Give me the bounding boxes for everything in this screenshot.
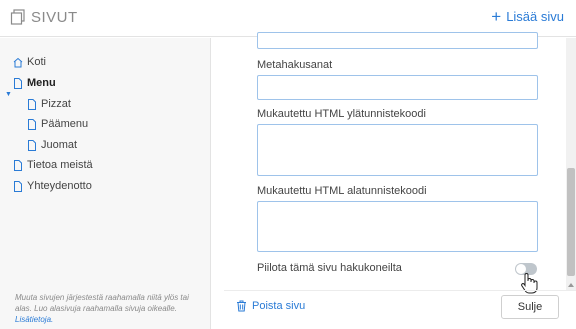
page-settings-form: Metahakusanat Mukautettu HTML ylätunnist… bbox=[212, 32, 576, 329]
add-page-label: Lisää sivu bbox=[506, 9, 564, 24]
hide-from-search-label: Piilota tämä sivu hakukoneilta bbox=[257, 262, 402, 274]
sidebar-item-label: Koti bbox=[27, 56, 46, 68]
close-button[interactable]: Sulje bbox=[501, 295, 559, 319]
page-icon bbox=[28, 139, 36, 151]
scrollbar-thumb[interactable] bbox=[567, 168, 575, 276]
sidebar-item-label: Tietoa meistä bbox=[27, 159, 93, 171]
learn-more-link[interactable]: Lisätietoja. bbox=[15, 315, 53, 324]
sidebar-item-juomat[interactable]: Juomat bbox=[27, 136, 77, 154]
meta-keywords-input[interactable] bbox=[257, 75, 538, 100]
custom-header-code-label: Mukautettu HTML ylätunnistekoodi bbox=[257, 108, 426, 120]
trash-icon bbox=[237, 300, 246, 312]
sidebar-item-label: Yhteydenotto bbox=[27, 180, 92, 192]
sidebar-item-pizzat[interactable]: Pizzat bbox=[27, 95, 71, 113]
previous-field-input[interactable] bbox=[257, 32, 538, 49]
sidebar-help-text: Muuta sivujen järjestestä raahamalla nii… bbox=[15, 292, 203, 325]
page-icon bbox=[28, 98, 36, 110]
meta-keywords-label: Metahakusanat bbox=[257, 59, 333, 71]
page-icon bbox=[28, 118, 36, 130]
page-icon bbox=[14, 159, 22, 171]
plus-icon: + bbox=[491, 6, 502, 26]
sidebar-item-koti[interactable]: Koti bbox=[13, 53, 46, 71]
sidebar-item-label: Juomat bbox=[41, 139, 78, 151]
sidebar: ▼ Koti Menu Pizzat Päämenu Juomat Tietoa… bbox=[0, 38, 211, 329]
sidebar-item-label: Päämenu bbox=[41, 118, 89, 130]
scrollbar[interactable] bbox=[566, 38, 576, 290]
home-icon bbox=[13, 57, 23, 67]
sidebar-item-paamenu[interactable]: Päämenu bbox=[27, 115, 88, 133]
help-text: Muuta sivujen järjestestä raahamalla nii… bbox=[15, 293, 189, 313]
custom-footer-code-textarea[interactable] bbox=[257, 201, 538, 252]
sidebar-item-label: Menu bbox=[27, 77, 56, 89]
footer-divider bbox=[224, 290, 576, 291]
add-page-button[interactable]: + Lisää sivu bbox=[491, 6, 564, 26]
scroll-up-arrow-icon[interactable] bbox=[567, 282, 575, 288]
custom-header-code-textarea[interactable] bbox=[257, 124, 538, 176]
page-icon bbox=[14, 180, 22, 192]
custom-footer-code-label: Mukautettu HTML alatunnistekoodi bbox=[257, 185, 427, 197]
sidebar-item-yhteydenotto[interactable]: Yhteydenotto bbox=[13, 177, 92, 195]
sidebar-item-label: Pizzat bbox=[41, 98, 71, 110]
page-title: SIVUT bbox=[31, 9, 78, 26]
delete-page-button[interactable]: Poista sivu bbox=[236, 300, 305, 312]
sidebar-item-tietoa-meista[interactable]: Tietoa meistä bbox=[13, 156, 93, 174]
pages-icon bbox=[10, 9, 25, 25]
page-icon bbox=[14, 77, 22, 89]
sidebar-item-menu[interactable]: Menu bbox=[13, 74, 56, 92]
delete-page-label: Poista sivu bbox=[252, 300, 306, 312]
caret-down-icon[interactable]: ▼ bbox=[5, 91, 12, 98]
